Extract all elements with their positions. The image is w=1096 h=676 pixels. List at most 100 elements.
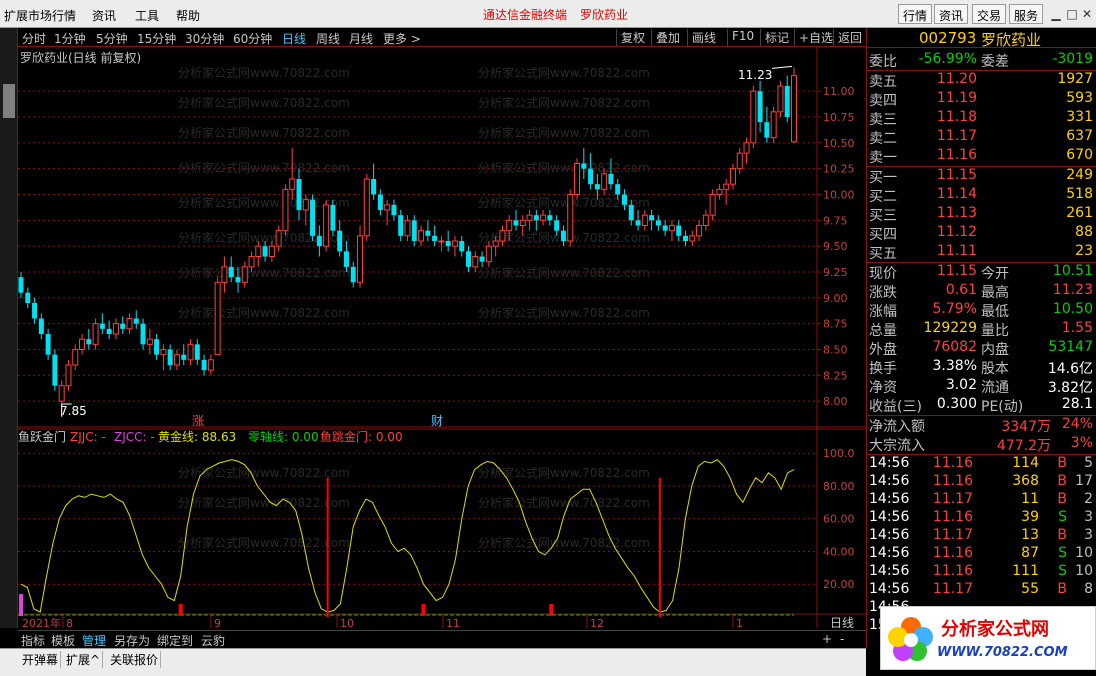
tick-volume: 39 [1021,509,1039,525]
candle-body-up [601,173,608,190]
period-tab-5min[interactable]: 5分钟 [96,30,128,47]
stat-row[interactable]: 换手 3.38% 股本 14.6亿 [867,358,1096,377]
chart-area[interactable]: 11.00 10.75 10.50 10.25 10.00 9.75 9.50 9.25 9.0… [18,47,866,628]
order-book-buy-row[interactable]: 买三 11.13 261 [867,205,1096,224]
toolbar-f10-button[interactable]: F10 [727,29,754,46]
trade-tick-row[interactable]: 14:56 11.16 368 B 17 [867,473,1096,492]
weibi-row[interactable]: 委比 -56.99% 委差 -3019 [867,51,1096,70]
sell-level-label: 卖五 [869,74,897,90]
tick-volume: 11 [1021,491,1039,507]
event-label-finance[interactable]: 财 [431,414,443,428]
tab-template[interactable]: 模板 [51,632,75,649]
period-tab-weekly[interactable]: 周线 [316,30,340,47]
indicator-name[interactable]: 鱼跃金门 [18,429,66,444]
period-tab-15min[interactable]: 15分钟 [137,30,176,47]
order-book-sell-row[interactable]: 卖四 11.19 593 [867,90,1096,109]
zoom-out-button[interactable]: - [840,632,844,646]
trade-tick-row[interactable]: 14:56 11.16 114 B 5 [867,455,1096,474]
kline-chart-svg[interactable]: 11.00 10.75 10.50 10.25 10.00 9.75 9.50 9.25 9.0… [18,47,866,628]
trade-tick-row[interactable]: 14:56 11.16 87 S 10 [867,545,1096,564]
extend-button[interactable]: 扩展^ [64,651,104,668]
order-book-buy-row[interactable]: 买一 11.15 249 [867,167,1096,186]
toolbar-add-watchlist-button[interactable]: +自选 [794,29,833,46]
close-icon[interactable]: ✕ [1079,6,1095,22]
period-tab-30min[interactable]: 30分钟 [185,30,224,47]
buy-price: 11.12 [936,224,977,240]
trade-tick-row[interactable]: 14:56 11.17 13 B 3 [867,527,1096,546]
trade-tick-row[interactable]: 14:56 11.17 55 B 8 [867,581,1096,600]
stat-row[interactable]: 外盘 76082 内盘 53147 [867,339,1096,358]
candle-body-down [608,173,614,185]
date-axis-label: 9 [214,617,221,628]
stat-row[interactable]: 涨跌 0.61 最高 11.23 [867,282,1096,301]
stat-row[interactable]: 收益(三) 0.300 PE(动) 28.1 [867,396,1096,415]
stat-row[interactable]: 净资 3.02 流通 3.82亿 [867,377,1096,396]
menu-item-news[interactable]: 资讯 [92,7,116,24]
stat-row[interactable]: 总量 129229 量比 1.55 [867,320,1096,339]
price-tick-label: 8.25 [823,369,848,382]
trade-button[interactable]: 交易 [972,4,1007,24]
zoom-in-button[interactable]: + [822,632,832,646]
news-button[interactable]: 资讯 [934,4,969,24]
candle-body-down [764,122,770,138]
period-tab-1min[interactable]: 1分钟 [54,30,86,47]
toolbar-adjust-button[interactable]: 复权 [616,29,645,46]
menu-item-extended-market[interactable]: 扩展市场行情 [4,7,76,24]
toolbar-mark-button[interactable]: 标记 [760,29,789,46]
stat-row[interactable]: 现价 11.15 今开 10.51 [867,263,1096,282]
stat-label: 总量 [869,323,897,339]
period-tab-60min[interactable]: 60分钟 [233,30,272,47]
menu-item-help[interactable]: 帮助 [176,7,200,24]
candle-body-down [133,318,139,324]
candle-body-down [391,204,397,216]
order-book-buy-row[interactable]: 买四 11.12 88 [867,224,1096,243]
order-book-sell-row[interactable]: 卖一 11.16 670 [867,147,1096,166]
toolbar-back-button[interactable]: 返回 [833,29,862,46]
maximize-icon[interactable]: □ [1064,6,1080,22]
quote-button[interactable]: 行情 [898,4,933,24]
stat-value: 3.38% [932,358,977,374]
candle-body-down [99,323,105,329]
order-book-buy-row[interactable]: 买二 11.14 518 [867,186,1096,205]
order-book-buy-row[interactable]: 买五 11.11 23 [867,243,1096,262]
order-book-sell-row[interactable]: 卖五 11.20 1927 [867,71,1096,90]
event-label-rise[interactable]: 涨 [192,413,204,428]
tab-cloud-leopard[interactable]: 云豹 [201,632,225,649]
danmaku-button[interactable]: 开弹幕 [20,651,62,668]
candle-body-up [72,349,79,366]
tab-save-as[interactable]: 另存为 [114,632,150,649]
tab-bind-to[interactable]: 绑定到 [157,632,193,649]
order-book-sell-row[interactable]: 卖二 11.17 637 [867,128,1096,147]
toolbar-draw-button[interactable]: 画线 [687,29,716,46]
period-tab-daily[interactable]: 日线 [282,30,306,47]
order-book-sell-row[interactable]: 卖三 11.18 331 [867,109,1096,128]
watermark-text: 分析家公式网www.70822.com [478,495,650,510]
candle-body-down [594,184,600,190]
toolbar-overlay-button[interactable]: 叠加 [651,29,680,46]
candle-body-down [588,168,594,185]
minimize-icon[interactable]: ▁ [1048,6,1064,22]
fund-flow-row[interactable]: 大宗流入 477.2万 3% [867,435,1096,454]
fund-flow-row[interactable]: 净流入额 3347万 24% [867,416,1096,435]
tick-price: 11.17 [932,581,973,597]
candle-body-down [621,194,627,205]
candle-body-down [479,256,485,262]
service-button[interactable]: 服务 [1009,4,1044,24]
trade-tick-row[interactable]: 14:56 11.16 39 S 3 [867,509,1096,528]
trade-tick-row[interactable]: 14:56 11.17 11 B 2 [867,491,1096,510]
candle-body-down [194,344,200,360]
candle-body-down [784,86,790,117]
flower-logo-icon [888,617,933,661]
menu-item-tools[interactable]: 工具 [135,7,159,24]
stat-row[interactable]: 涨幅 5.79% 最低 10.50 [867,301,1096,320]
period-tab-monthly[interactable]: 月线 [349,30,373,47]
period-tab-intraday[interactable]: 分时 [22,30,46,47]
tab-indicator[interactable]: 指标 [21,632,45,649]
tab-manage[interactable]: 管理 [82,632,106,649]
period-tab-more[interactable]: 更多 > [383,30,421,47]
candle-body-down [330,204,336,231]
trade-tick-row[interactable]: 14:56 11.16 111 S 10 [867,563,1096,582]
linked-quote-button[interactable]: 关联报价 [108,651,162,668]
left-scroll-handle[interactable] [3,84,15,118]
watermark-text: 分析家公式网www.70822.com [478,535,650,550]
